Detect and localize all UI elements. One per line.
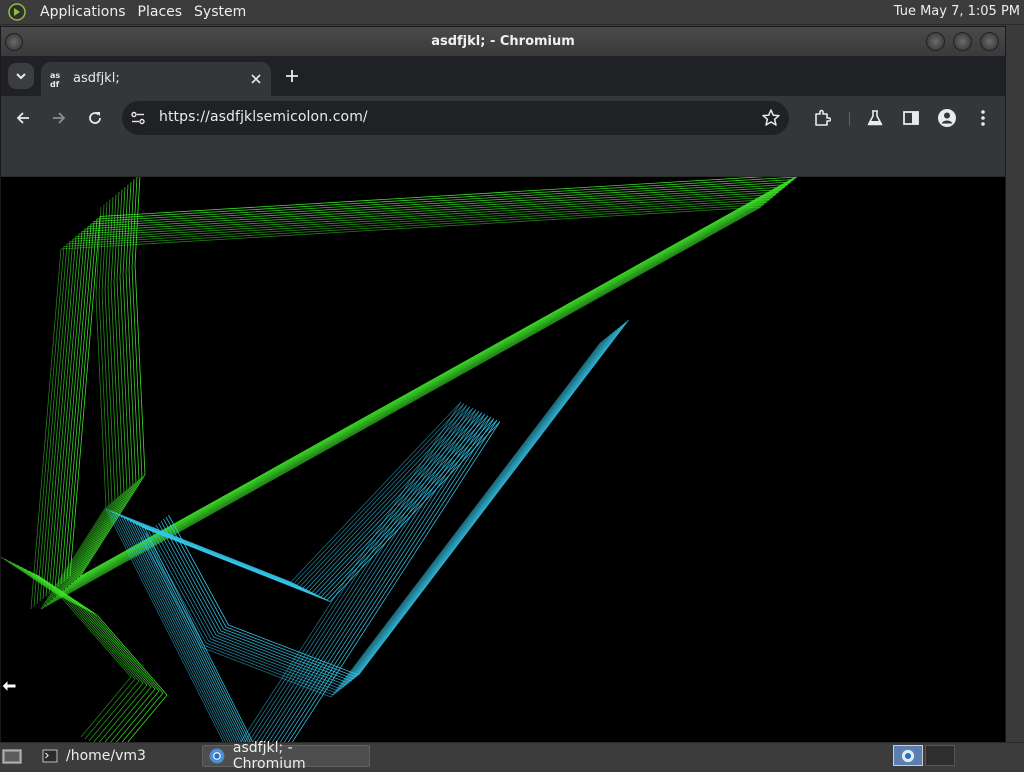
new-tab-button[interactable] <box>281 65 303 87</box>
toolbar-separator <box>849 112 850 126</box>
extensions-button[interactable] <box>811 107 833 129</box>
cyan-line-art <box>153 331 614 688</box>
minimize-button[interactable] <box>926 32 945 51</box>
taskbar-item-chromium[interactable]: asdfjkl; - Chromium <box>202 740 370 772</box>
profile-button[interactable] <box>936 107 958 129</box>
taskbar-item-label: /home/vm3 <box>66 748 146 764</box>
window-menu-button[interactable] <box>5 33 23 51</box>
places-menu[interactable]: Places <box>132 4 189 20</box>
site-favicon-icon: as df <box>49 70 67 88</box>
cyan-line-art <box>155 329 617 686</box>
show-desktop-icon[interactable] <box>2 747 22 765</box>
bookmark-star-icon[interactable] <box>761 108 781 128</box>
url-text[interactable]: https://asdfjklsemicolon.com/ <box>159 109 368 125</box>
window-title: asdfjkl; - Chromium <box>431 34 575 49</box>
page-content[interactable] <box>1 177 1005 742</box>
tab-search-button[interactable] <box>8 63 34 89</box>
workspace-1-button[interactable] <box>893 745 923 766</box>
system-logo-icon[interactable] <box>8 3 26 21</box>
cyan-line-art <box>140 341 602 698</box>
svg-text:as: as <box>50 71 60 80</box>
cyan-line-art <box>138 418 495 742</box>
side-panel-button[interactable] <box>900 107 922 129</box>
kebab-menu-icon <box>981 110 985 126</box>
chevron-down-icon <box>16 73 26 80</box>
menu-button[interactable] <box>972 107 994 129</box>
forward-button[interactable] <box>47 106 71 130</box>
flask-icon <box>867 110 883 126</box>
browser-toolbar: https://asdfjklsemicolon.com/ <box>1 96 1005 140</box>
mouse-cursor-icon <box>1 679 17 693</box>
cyan-line-art <box>158 327 619 684</box>
tab-strip: as df asdfjkl; <box>1 56 1005 96</box>
taskbar-item-label: asdfjkl; - Chromium <box>232 740 306 772</box>
workspace-2-button[interactable] <box>925 745 955 766</box>
arrow-left-icon <box>16 112 29 124</box>
system-menu[interactable]: System <box>188 4 252 20</box>
green-line-art <box>24 568 156 742</box>
bottom-panel: /home/vm3 asdfjkl; - Chromium <box>0 740 1024 772</box>
cyan-line-art <box>150 333 612 690</box>
close-window-button[interactable] <box>980 32 999 51</box>
avatar-icon <box>938 109 956 127</box>
chromium-icon <box>901 749 915 762</box>
cyan-line-art <box>148 335 609 692</box>
terminal-icon <box>42 749 58 763</box>
arrow-right-icon <box>53 112 66 124</box>
address-bar[interactable]: https://asdfjklsemicolon.com/ <box>122 101 789 135</box>
taskbar-item-terminal[interactable]: /home/vm3 <box>36 745 196 767</box>
cyan-line-art <box>132 415 489 742</box>
tab-title: asdfjkl; <box>73 71 120 86</box>
applications-menu[interactable]: Applications <box>34 4 132 20</box>
browser-window: asdfjkl; - Chromium as df asdfjkl; https… <box>0 26 1006 742</box>
window-titlebar[interactable]: asdfjkl; - Chromium <box>1 27 1005 56</box>
puzzle-icon <box>815 109 831 126</box>
line-art-canvas <box>1 177 798 742</box>
reload-icon <box>89 112 101 124</box>
chromium-icon <box>209 748 225 764</box>
site-settings-icon[interactable] <box>130 110 146 126</box>
cyan-line-art <box>108 403 465 742</box>
top-panel: Applications Places System Tue May 7, 1:… <box>0 0 1024 25</box>
side-panel-icon <box>903 111 919 125</box>
maximize-button[interactable] <box>953 32 972 51</box>
close-icon <box>251 74 261 84</box>
labs-button[interactable] <box>864 107 886 129</box>
reload-button[interactable] <box>83 106 107 130</box>
back-button[interactable] <box>11 106 35 130</box>
bookmarks-bar <box>1 140 1005 177</box>
cyan-line-art <box>141 419 498 742</box>
tab-asdfjkl[interactable]: as df asdfjkl; <box>41 62 271 96</box>
clock[interactable]: Tue May 7, 1:05 PM <box>894 4 1020 19</box>
plus-icon <box>286 70 298 82</box>
svg-text:df: df <box>50 80 60 88</box>
tab-close-button[interactable] <box>247 70 265 88</box>
